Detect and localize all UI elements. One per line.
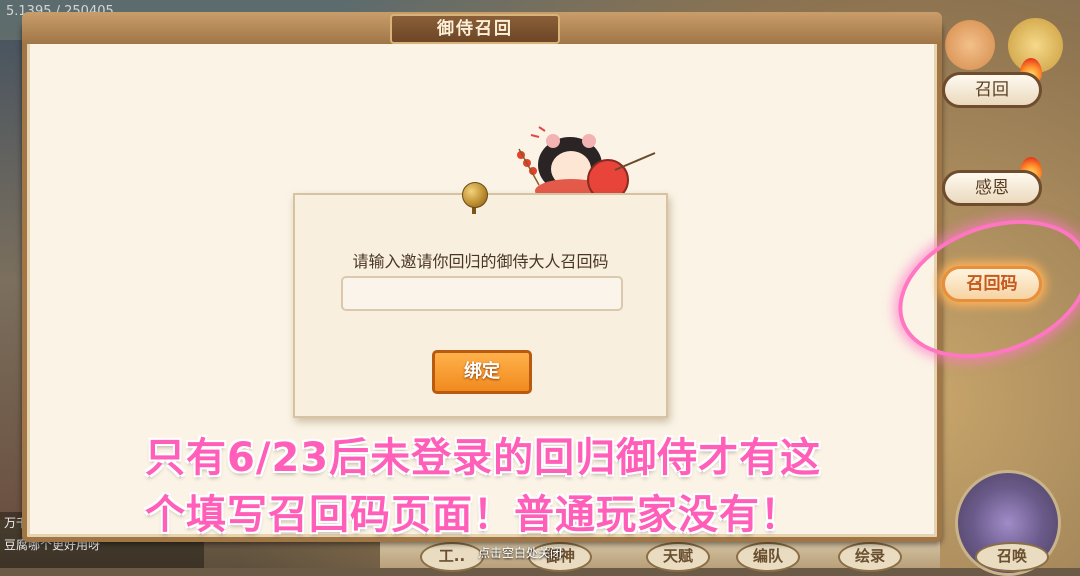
chibi-character-illustration [517,126,656,193]
side-tab-thanks[interactable]: 感恩 [942,170,1042,206]
caption-line-1: 只有6/23后未登录的回归御侍才有这 [145,435,822,481]
side-tab-recall[interactable]: 召回 [942,72,1042,108]
recall-code-prompt: 请输入邀请你回归的御侍大人召回码 [352,252,609,271]
bind-button[interactable]: 绑定 [432,350,532,394]
close-hint[interactable]: 点击空白处关闭 [420,544,620,561]
recall-code-input[interactable] [341,276,623,311]
face-icon[interactable] [945,20,995,70]
dialog-title-plate: 御侍召回 [390,14,560,44]
pin-icon [462,182,488,208]
caption-line-2: 个填写召回码页面！普通玩家没有！ [145,492,801,538]
dialog-title: 御侍召回 [437,19,513,39]
side-tab-recall-code[interactable]: 召回码 [942,266,1042,302]
